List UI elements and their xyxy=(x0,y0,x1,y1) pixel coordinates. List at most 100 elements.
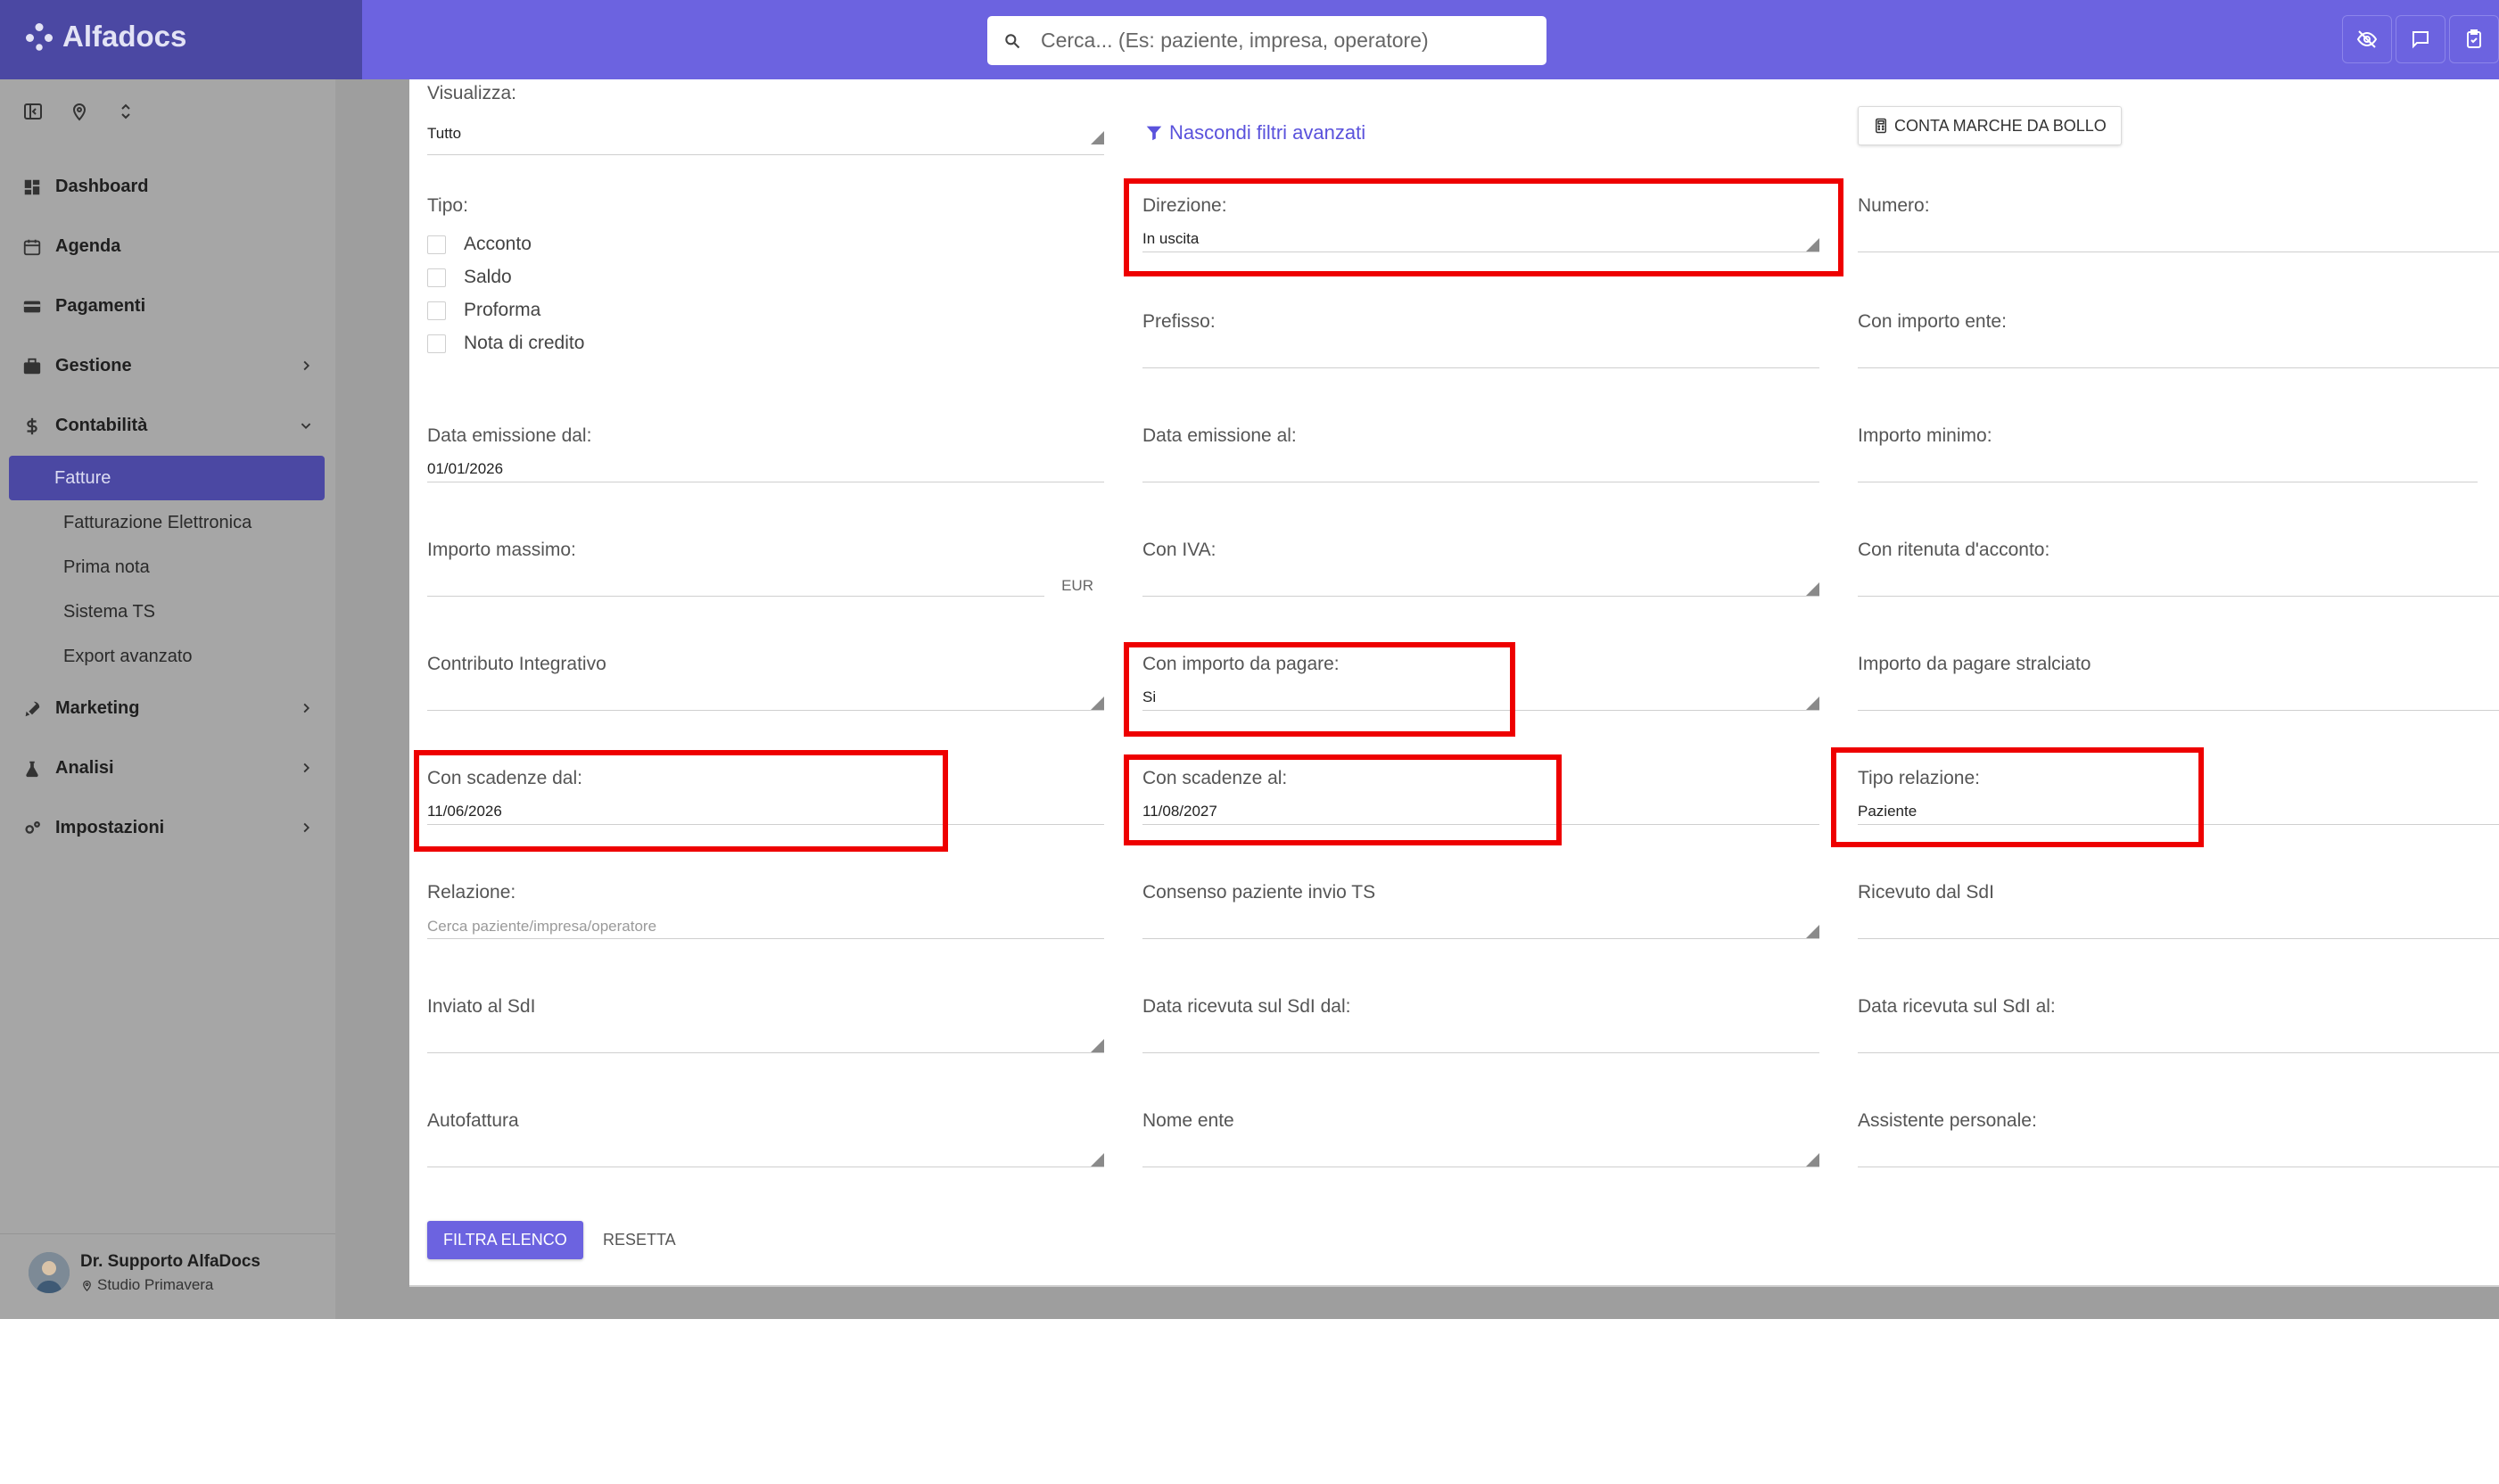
field-label: Con importo da pagare: xyxy=(1142,654,1340,674)
field-label: Numero: xyxy=(1858,195,1930,216)
nav-item-pagamenti[interactable]: Pagamenti xyxy=(0,276,335,336)
global-search[interactable] xyxy=(987,16,1546,65)
nav-item-analisi[interactable]: Analisi xyxy=(0,738,335,798)
field-value: 11/08/2027 xyxy=(1142,803,1217,820)
location-pin-icon xyxy=(83,1280,91,1291)
tasks-button[interactable] xyxy=(2449,15,2499,63)
checkbox[interactable] xyxy=(427,268,446,287)
checkbox-label: Acconto xyxy=(464,234,532,254)
field-placeholder: Cerca paziente/impresa/operatore xyxy=(427,918,657,935)
field-label: Nome ente xyxy=(1142,1110,1234,1131)
chevron-right-icon xyxy=(303,703,310,713)
highlight-scadenze-dal xyxy=(414,750,948,852)
avatar xyxy=(29,1252,70,1293)
nav-item-agenda[interactable]: Agenda xyxy=(0,217,335,276)
select-arrow-icon xyxy=(1806,1153,1819,1167)
nav-item-impostazioni[interactable]: Impostazioni xyxy=(0,798,335,858)
field-label: Con IVA: xyxy=(1142,540,1217,560)
user-studio: Studio Primavera xyxy=(80,1276,213,1294)
field-label: Prefisso: xyxy=(1142,311,1216,332)
chevron-right-icon xyxy=(303,763,310,773)
studio-name: Studio Primavera xyxy=(97,1276,214,1293)
rocket-icon xyxy=(20,697,45,721)
select-arrow-icon xyxy=(1091,1153,1104,1167)
sidebar-tools xyxy=(20,98,139,125)
checkbox[interactable] xyxy=(427,301,446,320)
calendar-icon xyxy=(20,235,45,260)
chevron-right-icon xyxy=(303,822,310,833)
tipo-option-nota-di-credito[interactable]: Nota di credito xyxy=(427,329,584,358)
nav-item-marketing[interactable]: Marketing xyxy=(0,679,335,738)
chat-icon xyxy=(2412,31,2429,49)
toggle-advanced-filters-link[interactable]: Nascondi filtri avanzati xyxy=(1144,121,1365,144)
field-value: 01/01/2026 xyxy=(427,460,504,477)
chevron-right-icon xyxy=(303,360,310,371)
field-label: Data emissione al: xyxy=(1142,425,1297,446)
nav-label: Gestione xyxy=(55,356,132,375)
checkbox[interactable] xyxy=(427,235,446,254)
chevron-up-down-icon[interactable] xyxy=(112,98,139,125)
sidebar-subitem-export-avanzato[interactable]: Export avanzato xyxy=(9,634,325,679)
eye-off-icon xyxy=(2356,30,2378,48)
sidebar-subitem-prima-nota[interactable]: Prima nota xyxy=(9,545,325,589)
tipo-option-acconto[interactable]: Acconto xyxy=(427,230,532,259)
main-content: Visualizza: Tutto Tipo: Acconto Saldo Pr… xyxy=(362,79,2499,1319)
sidebar-header: Alfadocs xyxy=(0,0,362,79)
gears-icon xyxy=(20,816,45,841)
sidebar-subitem-fatturazione-elettronica[interactable]: Fatturazione Elettronica xyxy=(9,500,325,545)
dollar-icon xyxy=(20,414,45,439)
sidebar: Alfadocs Dashboard Agenda Pagamenti Gest… xyxy=(0,0,362,1319)
chevron-down-icon xyxy=(301,423,311,430)
nav-label: Impostazioni xyxy=(55,818,165,837)
field-label: Ricevuto dal SdI xyxy=(1858,882,1994,903)
sidebar-subitem-fatture[interactable]: Fatture xyxy=(9,456,325,500)
field-label: Direzione: xyxy=(1142,195,1227,216)
field-label: Importo minimo: xyxy=(1858,425,1992,446)
nav-item-contabilita[interactable]: Contabilità xyxy=(0,396,335,456)
search-icon xyxy=(1005,33,1020,48)
button-label: CONTA MARCHE DA BOLLO xyxy=(1894,116,2107,135)
nav-label: Contabilità xyxy=(55,416,148,435)
field-label: Consenso paziente invio TS xyxy=(1142,882,1376,903)
brand-logo[interactable]: Alfadocs xyxy=(23,20,186,54)
field-label: Tipo relazione: xyxy=(1858,768,1980,788)
privacy-toggle-button[interactable] xyxy=(2342,15,2392,63)
field-label: Visualizza: xyxy=(427,83,516,103)
messages-button[interactable] xyxy=(2396,15,2445,63)
select-arrow-icon xyxy=(1091,131,1104,144)
nav-label: Marketing xyxy=(55,698,140,718)
location-pin-icon[interactable] xyxy=(66,98,93,125)
brand-name: Alfadocs xyxy=(62,20,187,53)
app-window: Alfadocs Dashboard Agenda Pagamenti Gest… xyxy=(0,0,2499,1319)
select-arrow-icon xyxy=(1806,582,1819,596)
user-profile[interactable]: Dr. Supporto AlfaDocs Studio Primavera xyxy=(0,1233,335,1319)
filtra-elenco-button[interactable]: FILTRA ELENCO xyxy=(427,1221,583,1259)
field-label: Data emissione dal: xyxy=(427,425,592,446)
field-label: Relazione: xyxy=(427,882,516,903)
checkbox-label: Proforma xyxy=(464,300,541,320)
field-label: Data ricevuta sul SdI dal: xyxy=(1142,996,1351,1017)
currency-unit: EUR xyxy=(1061,577,1093,594)
briefcase-icon xyxy=(20,354,45,379)
nav-label: Analisi xyxy=(55,758,114,778)
field-label: Con scadenze dal: xyxy=(427,768,582,788)
user-name: Dr. Supporto AlfaDocs xyxy=(80,1252,260,1271)
sidebar-subitem-sistema-ts[interactable]: Sistema TS xyxy=(9,589,325,634)
field-label: Autofattura xyxy=(427,1110,519,1131)
checkbox-label: Saldo xyxy=(464,267,512,287)
conta-marche-da-bollo-button[interactable]: CONTA MARCHE DA BOLLO xyxy=(1858,106,2122,145)
field-value: 11/06/2026 xyxy=(427,803,502,820)
tipo-option-proforma[interactable]: Proforma xyxy=(427,296,540,325)
search-input[interactable] xyxy=(1039,28,1524,54)
resetta-button[interactable]: RESETTA xyxy=(596,1221,683,1259)
field-label: Contributo Integrativo xyxy=(427,654,606,674)
nav-item-dashboard[interactable]: Dashboard xyxy=(0,157,335,217)
select-arrow-icon xyxy=(1091,1039,1104,1052)
collapse-sidebar-icon[interactable] xyxy=(20,98,46,125)
nav-item-gestione[interactable]: Gestione xyxy=(0,336,335,396)
checkbox[interactable] xyxy=(427,334,446,353)
tipo-option-saldo[interactable]: Saldo xyxy=(427,263,512,292)
field-label: Assistente personale: xyxy=(1858,1110,2037,1131)
field-label: Tipo: xyxy=(427,195,468,216)
field-value: Tutto xyxy=(427,125,462,142)
